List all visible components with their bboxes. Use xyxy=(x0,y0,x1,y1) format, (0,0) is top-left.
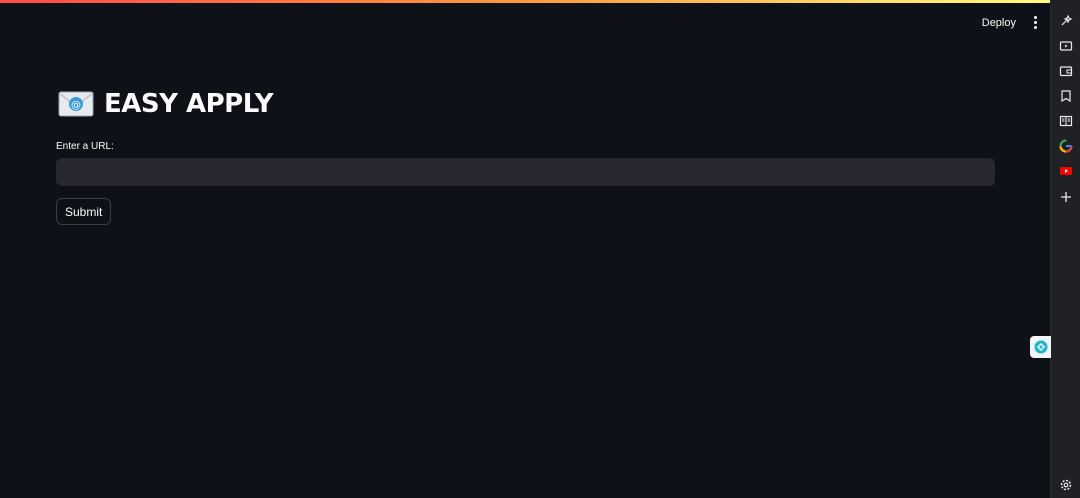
browser-sidebar xyxy=(1050,0,1080,498)
youtube-icon[interactable] xyxy=(1059,164,1073,178)
add-icon[interactable] xyxy=(1059,190,1073,204)
floating-assistant-button[interactable] xyxy=(1030,336,1051,358)
deploy-button[interactable]: Deploy xyxy=(974,13,1024,33)
bookmark-icon[interactable] xyxy=(1059,89,1073,103)
main-content: Deploy @ EASY APPLY Enter a URL: Submit xyxy=(0,3,1051,498)
title-row: @ EASY APPLY xyxy=(58,89,274,119)
submit-button[interactable]: Submit xyxy=(56,198,112,225)
main-menu-icon[interactable] xyxy=(1029,14,1041,34)
svg-text:@: @ xyxy=(71,100,81,111)
page-title: EASY APPLY xyxy=(104,89,274,119)
settings-icon[interactable] xyxy=(1059,478,1073,492)
video-icon[interactable] xyxy=(1059,39,1073,53)
assistant-icon xyxy=(1034,340,1047,354)
google-icon[interactable] xyxy=(1059,139,1073,153)
reader-icon[interactable] xyxy=(1059,114,1073,128)
ai-sparkle-icon[interactable] xyxy=(1059,13,1073,27)
url-label: Enter a URL: xyxy=(56,141,114,152)
url-input[interactable] xyxy=(56,158,995,186)
envelope-icon: @ xyxy=(58,91,94,117)
wallet-icon[interactable] xyxy=(1059,64,1073,78)
